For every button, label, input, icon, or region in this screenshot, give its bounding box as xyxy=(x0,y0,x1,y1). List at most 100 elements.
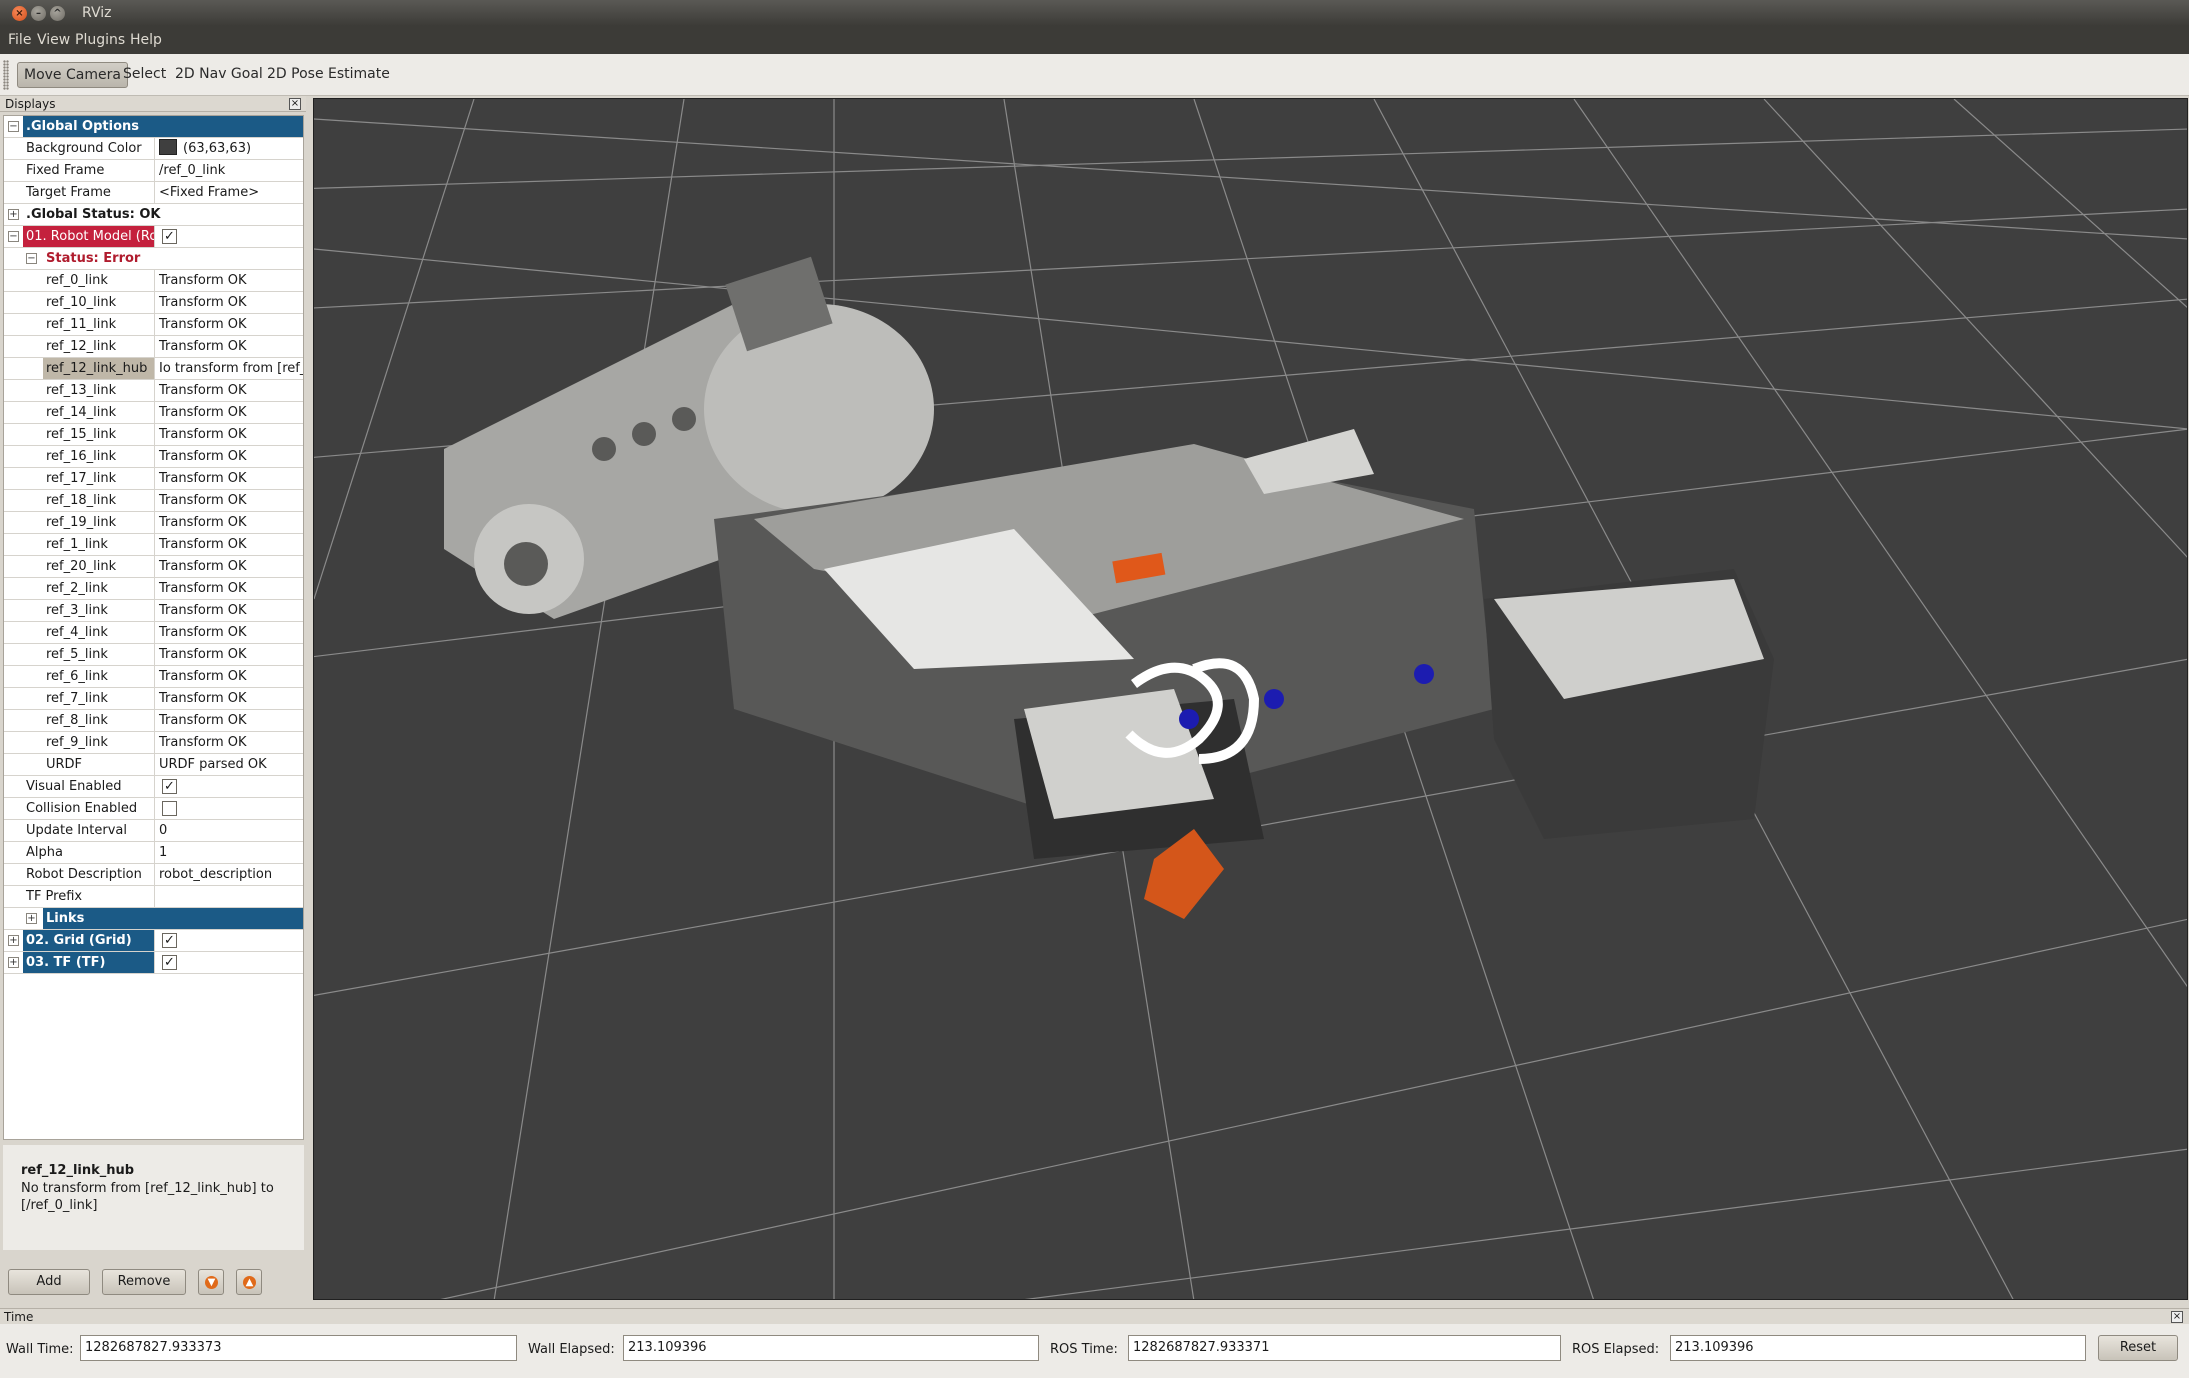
add-display-button[interactable]: Add xyxy=(8,1269,90,1295)
tree-row-value[interactable]: Transform OK xyxy=(154,622,303,643)
tree-row[interactable]: ref_13_link Transform OK xyxy=(4,380,303,402)
tree-row[interactable]: Alpha 1 xyxy=(4,842,303,864)
tool-2d-pose-estimate[interactable]: 2D Pose Estimate xyxy=(261,62,396,88)
tree-row[interactable]: −01. Robot Model (Ro ✓ xyxy=(4,226,303,248)
tree-row-value[interactable]: /ref_0_link xyxy=(154,160,303,181)
expand-icon[interactable]: + xyxy=(8,935,19,946)
tree-row[interactable]: ref_0_link Transform OK xyxy=(4,270,303,292)
displays-tree[interactable]: − .Global Options Background Color (63,63,6… xyxy=(3,115,304,1140)
tree-row-value[interactable]: Transform OK xyxy=(154,578,303,599)
checkbox-checked-icon[interactable]: ✓ xyxy=(162,955,177,970)
tree-row-value[interactable]: Transform OK xyxy=(154,446,303,467)
expand-icon[interactable]: + xyxy=(8,209,19,220)
tree-row[interactable]: ref_14_link Transform OK xyxy=(4,402,303,424)
wall-elapsed-field[interactable]: 213.109396 xyxy=(623,1335,1039,1361)
tree-row-value[interactable] xyxy=(154,798,303,819)
tree-row[interactable]: ref_18_link Transform OK xyxy=(4,490,303,512)
collapse-icon[interactable]: − xyxy=(8,231,19,242)
tree-row-value[interactable]: Transform OK xyxy=(154,710,303,731)
tree-row-value[interactable]: Transform OK xyxy=(154,270,303,291)
tree-row-value[interactable]: 1 xyxy=(154,842,303,863)
toolbar-grip-icon[interactable] xyxy=(3,60,9,90)
tree-row[interactable]: +02. Grid (Grid) ✓ xyxy=(4,930,303,952)
tree-row[interactable]: ref_16_link Transform OK xyxy=(4,446,303,468)
tree-row[interactable]: + Links xyxy=(4,908,303,930)
tree-row-value[interactable]: ✓ xyxy=(154,952,303,973)
tree-row[interactable]: ref_12_link_hub Io transform from [ref_ xyxy=(4,358,303,380)
collapse-icon[interactable]: − xyxy=(26,253,37,264)
remove-display-button[interactable]: Remove xyxy=(102,1269,186,1295)
tree-row-value[interactable]: Transform OK xyxy=(154,512,303,533)
collapse-icon[interactable]: − xyxy=(8,121,19,132)
panel-close-icon[interactable]: × xyxy=(289,98,301,110)
expand-icon[interactable]: + xyxy=(8,957,19,968)
checkbox-unchecked-icon[interactable] xyxy=(162,801,177,816)
move-up-button[interactable]: ▲ xyxy=(236,1269,262,1295)
tree-row[interactable]: ref_5_link Transform OK xyxy=(4,644,303,666)
tree-row-value[interactable]: Transform OK xyxy=(154,292,303,313)
checkbox-checked-icon[interactable]: ✓ xyxy=(162,933,177,948)
tree-row-value[interactable]: <Fixed Frame> xyxy=(154,182,303,203)
ros-time-field[interactable]: 1282687827.933371 xyxy=(1128,1335,1561,1361)
reset-button[interactable]: Reset xyxy=(2098,1335,2178,1361)
tree-row[interactable]: Fixed Frame/ref_0_link xyxy=(4,160,303,182)
tool-select[interactable]: Select xyxy=(117,62,172,88)
menu-file[interactable]: File xyxy=(8,32,31,48)
tree-row[interactable]: ref_7_link Transform OK xyxy=(4,688,303,710)
tree-row-value[interactable]: URDF parsed OK xyxy=(154,754,303,775)
tree-row[interactable]: Target Frame <Fixed Frame> xyxy=(4,182,303,204)
tree-row-value[interactable]: Transform OK xyxy=(154,688,303,709)
tree-row-value[interactable]: robot_description xyxy=(154,864,303,885)
tree-row[interactable]: ref_11_link Transform OK xyxy=(4,314,303,336)
checkbox-checked-icon[interactable]: ✓ xyxy=(162,779,177,794)
tool-2d-nav-goal[interactable]: 2D Nav Goal xyxy=(169,62,269,88)
tree-row[interactable]: ref_19_link Transform OK xyxy=(4,512,303,534)
tree-row-value[interactable]: ✓ xyxy=(154,930,303,951)
move-down-button[interactable]: ▼ xyxy=(198,1269,224,1295)
tree-row[interactable]: ref_20_link Transform OK xyxy=(4,556,303,578)
tree-row-value[interactable]: ✓ xyxy=(154,226,303,247)
tree-row[interactable]: − .Global Options xyxy=(4,116,303,138)
tree-row[interactable]: − Status: Error xyxy=(4,248,303,270)
tree-row[interactable]: ref_1_link Transform OK xyxy=(4,534,303,556)
tree-row[interactable]: ref_4_link Transform OK xyxy=(4,622,303,644)
tree-row-value[interactable]: Transform OK xyxy=(154,424,303,445)
tree-row[interactable]: ref_8_link Transform OK xyxy=(4,710,303,732)
tree-row[interactable]: ref_10_link Transform OK xyxy=(4,292,303,314)
tree-row[interactable]: ref_9_link Transform OK xyxy=(4,732,303,754)
tree-row[interactable]: Background Color (63,63,63) xyxy=(4,138,303,160)
tree-row-value[interactable]: Transform OK xyxy=(154,380,303,401)
tree-row-value[interactable]: Transform OK xyxy=(154,666,303,687)
tree-row[interactable]: ref_12_link Transform OK xyxy=(4,336,303,358)
tree-row[interactable]: ref_6_link Transform OK xyxy=(4,666,303,688)
ros-elapsed-field[interactable]: 213.109396 xyxy=(1670,1335,2086,1361)
tree-row-value[interactable]: Transform OK xyxy=(154,556,303,577)
tree-row[interactable]: Visual Enabled ✓ xyxy=(4,776,303,798)
time-panel-close-icon[interactable]: × xyxy=(2171,1311,2183,1323)
tree-row-value[interactable]: Transform OK xyxy=(154,336,303,357)
tree-row-value[interactable]: Transform OK xyxy=(154,534,303,555)
menu-help[interactable]: Help xyxy=(130,32,162,48)
menu-plugins[interactable]: Plugins xyxy=(75,32,125,48)
tree-row[interactable]: ref_15_link Transform OK xyxy=(4,424,303,446)
tree-row-value[interactable]: Transform OK xyxy=(154,314,303,335)
tree-row-value[interactable]: 0 xyxy=(154,820,303,841)
tree-row-value[interactable]: Transform OK xyxy=(154,468,303,489)
wall-time-field[interactable]: 1282687827.933373 xyxy=(80,1335,517,1361)
expand-icon[interactable]: + xyxy=(26,913,37,924)
tree-row[interactable]: Update Interval 0 xyxy=(4,820,303,842)
tree-row[interactable]: Robot Description robot_description xyxy=(4,864,303,886)
tree-row[interactable]: +03. TF (TF) ✓ xyxy=(4,952,303,974)
close-window-icon[interactable]: × xyxy=(12,6,27,21)
color-swatch-icon[interactable] xyxy=(159,139,177,155)
tree-row[interactable]: + .Global Status: OK xyxy=(4,204,303,226)
tree-row-value[interactable]: Io transform from [ref_ xyxy=(154,358,303,379)
minimize-window-icon[interactable]: – xyxy=(31,6,46,21)
tree-row[interactable]: URDF URDF parsed OK xyxy=(4,754,303,776)
tree-row-value[interactable] xyxy=(154,886,303,907)
tree-row-value[interactable]: Transform OK xyxy=(154,600,303,621)
tree-row-value[interactable]: (63,63,63) xyxy=(154,138,303,159)
tree-row[interactable]: TF Prefix xyxy=(4,886,303,908)
tree-row[interactable]: ref_3_link Transform OK xyxy=(4,600,303,622)
tree-row[interactable]: Collision Enabled xyxy=(4,798,303,820)
